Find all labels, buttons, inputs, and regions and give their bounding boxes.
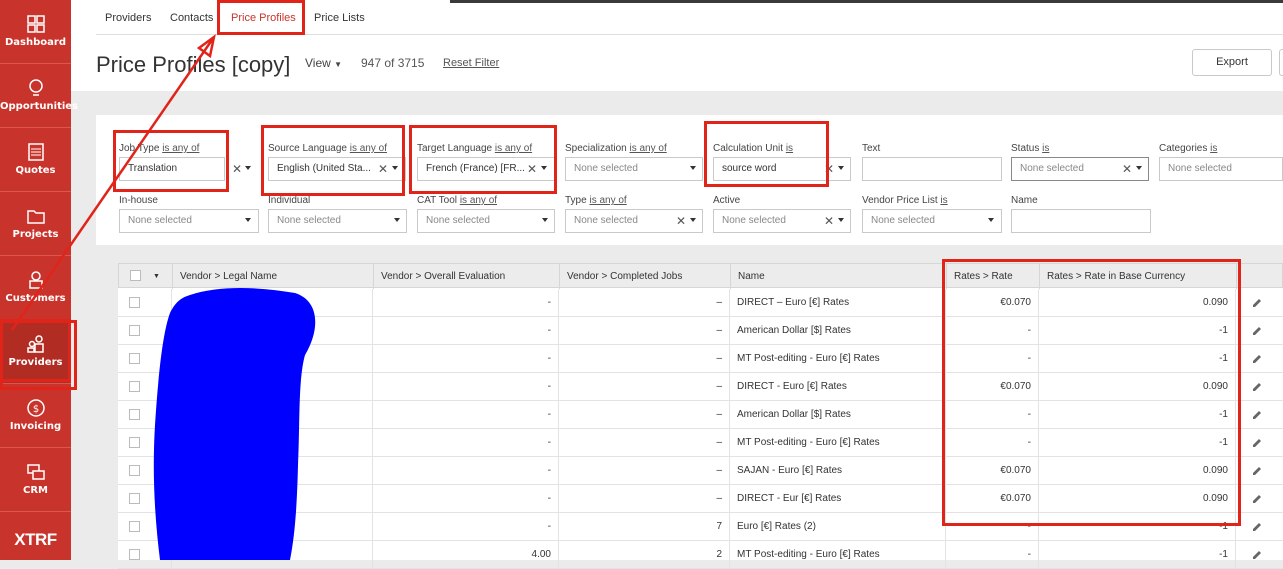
highlight-tab xyxy=(217,0,305,35)
highlight-target-language xyxy=(409,125,557,194)
highlight-providers-nav xyxy=(0,319,71,382)
highlight-rates-columns xyxy=(942,259,1241,526)
highlight-job-type xyxy=(113,130,229,192)
highlight-calculation-unit xyxy=(704,121,829,187)
redaction-scribble xyxy=(153,288,316,560)
highlight-source-language xyxy=(261,125,405,196)
